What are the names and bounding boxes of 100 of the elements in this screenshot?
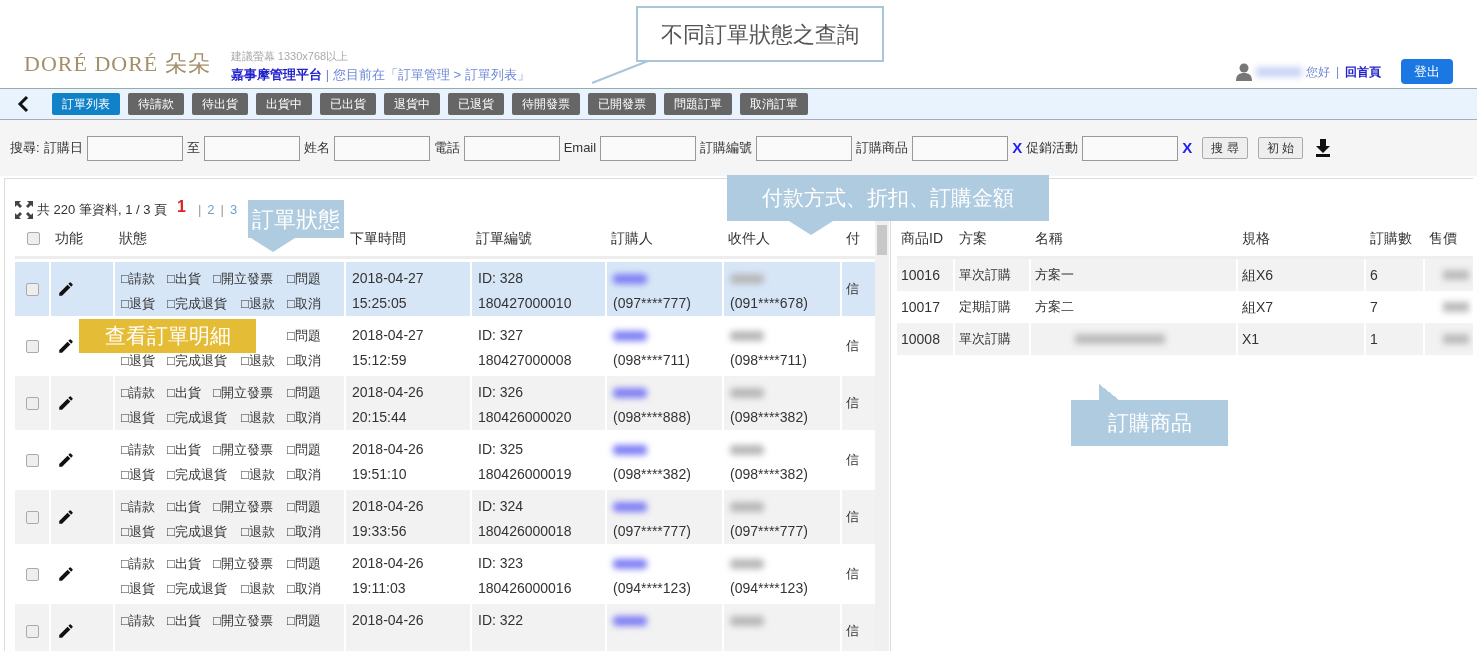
order-row[interactable]: □請款 □出貨 □開立發票 □問題 □退貨 □完成退貨 □退款 □取消 2018-04-26 19:33:56 ID: 324 180426000018 (097****777) (097****777) 信 — [15, 487, 875, 544]
input-field[interactable] — [600, 135, 697, 161]
status-tab[interactable]: 出貨中 — [256, 93, 312, 115]
order-row[interactable]: □請款 □出貨 □開立發票 □問題 2018-04-26 ID: 322 信 — [15, 601, 875, 651]
status-option[interactable]: □取消 — [287, 523, 321, 539]
status-option[interactable]: □退貨 — [121, 466, 155, 482]
order-number: ID: 326 — [478, 383, 525, 402]
status-tab[interactable]: 已開發票 — [588, 93, 656, 115]
status-option[interactable]: □完成退貨 — [167, 466, 227, 482]
logout-button[interactable]: 登出 — [1401, 59, 1453, 84]
status-option[interactable]: □出貨 — [167, 270, 201, 286]
status-option[interactable]: □完成退貨 — [167, 523, 227, 539]
status-tab[interactable]: 退貨中 — [384, 93, 440, 115]
status-option[interactable]: □問題 — [287, 327, 321, 343]
status-option[interactable]: □退貨 — [121, 295, 155, 311]
status-option[interactable]: □退款 — [241, 352, 275, 368]
row-checkbox[interactable] — [26, 232, 40, 245]
status-tab[interactable]: 待請款 — [128, 93, 184, 115]
status-tab[interactable]: 訂單列表 — [52, 93, 120, 115]
status-option[interactable]: □完成退貨 — [167, 580, 227, 596]
status-option[interactable]: □取消 — [287, 466, 321, 482]
input-field[interactable] — [86, 135, 183, 161]
status-option[interactable]: □完成退貨 — [167, 295, 227, 311]
status-option[interactable]: □退款 — [241, 580, 275, 596]
input-field[interactable] — [1082, 135, 1179, 161]
status-option[interactable]: □取消 — [287, 352, 321, 368]
status-option[interactable]: □退款 — [241, 409, 275, 425]
status-option[interactable]: □問題 — [287, 270, 321, 286]
status-tab[interactable]: 待出貨 — [192, 93, 248, 115]
row-checkbox[interactable] — [25, 567, 39, 581]
input-field[interactable] — [756, 135, 853, 161]
input-field[interactable] — [912, 135, 1009, 161]
status-option[interactable]: □開立發票 — [213, 270, 273, 286]
status-option[interactable]: □出貨 — [167, 384, 201, 400]
status-option[interactable]: □問題 — [287, 498, 321, 514]
input-field[interactable] — [333, 135, 430, 161]
search-button[interactable]: 搜 尋 — [1202, 137, 1248, 159]
scrollbar[interactable] — [875, 221, 889, 651]
status-option[interactable]: □問題 — [287, 441, 321, 457]
status-option[interactable]: □請款 — [121, 555, 155, 571]
status-tab[interactable]: 取消訂單 — [740, 93, 808, 115]
status-option[interactable]: □退貨 — [121, 409, 155, 425]
row-checkbox[interactable] — [25, 453, 39, 467]
status-tab[interactable]: 待開發票 — [512, 93, 580, 115]
row-checkbox[interactable] — [25, 339, 39, 353]
status-option[interactable]: □取消 — [287, 409, 321, 425]
status-option[interactable]: □完成退貨 — [167, 409, 227, 425]
status-option[interactable]: □問題 — [287, 384, 321, 400]
status-option[interactable]: □開立發票 — [213, 441, 273, 457]
status-option[interactable]: □退款 — [241, 466, 275, 482]
pencil-icon[interactable] — [57, 280, 75, 298]
status-option[interactable]: □出貨 — [167, 498, 201, 514]
status-option[interactable]: □問題 — [287, 612, 321, 628]
status-option[interactable]: □開立發票 — [213, 555, 273, 571]
clear-button[interactable]: X — [1182, 136, 1193, 160]
status-option[interactable]: □開立發票 — [213, 498, 273, 514]
download-icon[interactable] — [1314, 139, 1331, 157]
input-field[interactable] — [203, 135, 300, 161]
status-option[interactable]: □出貨 — [167, 612, 201, 628]
product-name: 方案一 — [1035, 266, 1074, 285]
status-option[interactable]: □請款 — [121, 384, 155, 400]
platform-title: 嘉事摩管理平台 — [230, 65, 322, 84]
pencil-icon[interactable] — [57, 508, 75, 526]
status-option[interactable]: □開立發票 — [213, 384, 273, 400]
status-option[interactable]: □退款 — [241, 295, 275, 311]
status-option[interactable]: □退貨 — [121, 523, 155, 539]
search-button[interactable]: 初 始 — [1257, 137, 1303, 159]
pencil-icon[interactable] — [57, 565, 75, 583]
status-option[interactable]: □開立發票 — [213, 612, 273, 628]
clear-button[interactable]: X — [1012, 136, 1023, 160]
pencil-icon[interactable] — [57, 337, 75, 355]
status-tab[interactable]: 問題訂單 — [664, 93, 732, 115]
status-option[interactable]: □取消 — [287, 295, 321, 311]
status-tab[interactable]: 已出貨 — [320, 93, 376, 115]
status-option[interactable]: □請款 — [121, 270, 155, 286]
order-row[interactable]: □請款 □出貨 □開立發票 □問題 □退貨 □完成退貨 □退款 □取消 2018-04-26 20:15:44 ID: 326 180426000020 (098****888) (098****382) 信 — [15, 373, 875, 430]
home-link[interactable]: 回首頁 — [1345, 62, 1381, 81]
status-tab[interactable]: 已退貨 — [448, 93, 504, 115]
status-option[interactable]: □取消 — [287, 580, 321, 596]
status-option[interactable]: □退貨 — [121, 580, 155, 596]
row-checkbox[interactable] — [25, 282, 39, 296]
status-option[interactable]: □退款 — [241, 523, 275, 539]
row-checkbox[interactable] — [25, 624, 39, 638]
status-option[interactable]: □退貨 — [121, 352, 155, 368]
row-checkbox[interactable] — [25, 510, 39, 524]
row-checkbox[interactable] — [25, 396, 39, 410]
status-option[interactable]: □請款 — [121, 498, 155, 514]
pencil-icon[interactable] — [57, 394, 75, 412]
status-option[interactable]: □問題 — [287, 555, 321, 571]
status-option[interactable]: □出貨 — [167, 441, 201, 457]
page-link[interactable]: 1 — [171, 195, 192, 219]
order-row[interactable]: □請款 □出貨 □開立發票 □問題 □退貨 □完成退貨 □退款 □取消 2018-04-27 15:25:05 ID: 328 180427000010 (097****777) (091****678) 信 — [15, 259, 875, 316]
pencil-icon[interactable] — [57, 451, 75, 469]
input-field[interactable] — [463, 135, 560, 161]
status-option[interactable]: □請款 — [121, 441, 155, 457]
status-option[interactable]: □出貨 — [167, 555, 201, 571]
pencil-icon[interactable] — [57, 622, 75, 640]
status-option[interactable]: □請款 — [121, 612, 155, 628]
expand-icon[interactable] — [15, 201, 33, 219]
status-option[interactable]: □完成退貨 — [167, 352, 227, 368]
